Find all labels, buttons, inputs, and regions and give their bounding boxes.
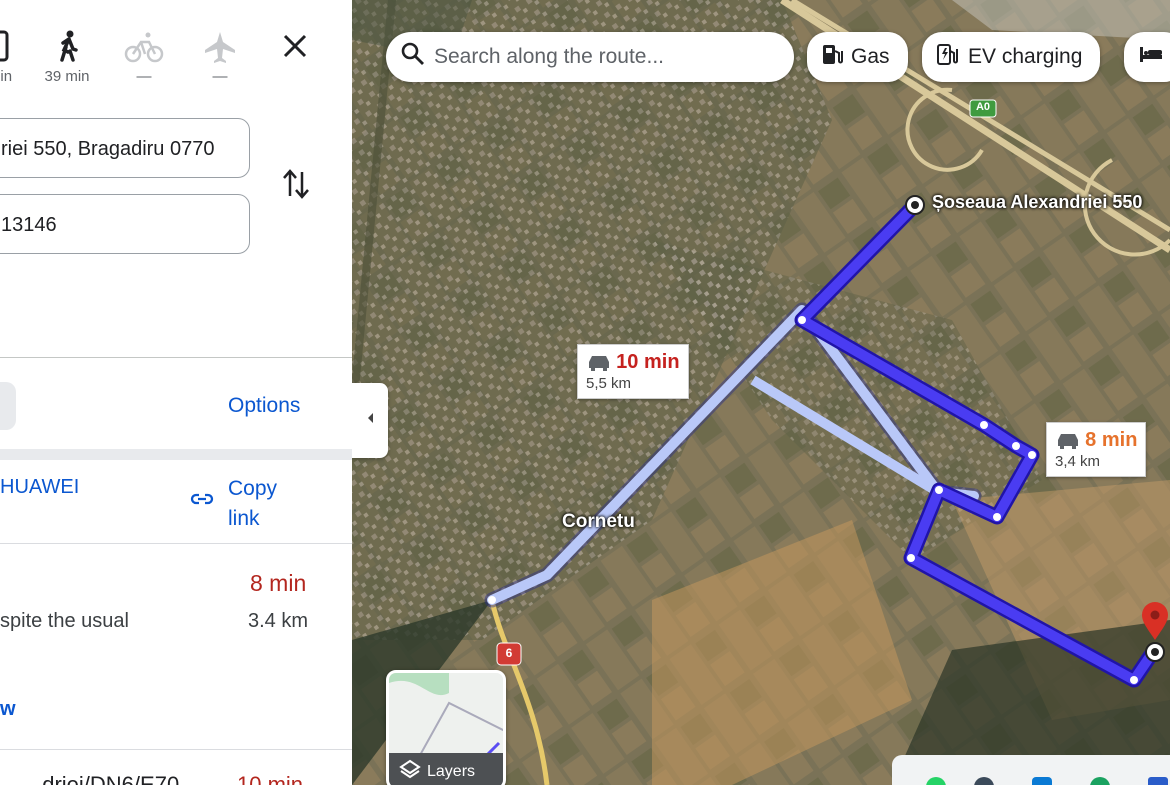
ev-charging-icon (936, 42, 960, 72)
row-divider (0, 749, 352, 750)
satellite-map[interactable]: A0 6 Șoseaua Alexandriei 550 Cornetu 10 … (352, 0, 1170, 785)
main-route-duration: 8 min (1085, 429, 1138, 451)
car-icon (586, 353, 612, 375)
link-icon (189, 489, 215, 514)
car-icon (1055, 431, 1081, 453)
chip-ev-label: EV charging (968, 45, 1083, 68)
section-divider (0, 357, 352, 358)
layers-button[interactable]: Layers (386, 670, 506, 785)
hotel-icon (1138, 44, 1164, 70)
row-divider (0, 543, 352, 544)
taskbar-fragment (892, 755, 1170, 785)
mode-bike[interactable]: — (119, 28, 169, 85)
app-icon (926, 777, 946, 785)
options-link[interactable]: Options (228, 394, 300, 418)
close-icon (270, 28, 320, 66)
alt-route-distance: 5,5 km (586, 375, 632, 393)
destination-input[interactable]: 13146 (0, 194, 250, 254)
main-route-distance: 3,4 km (1055, 453, 1101, 471)
alt-route-tooltip[interactable]: 10 min 5,5 km (577, 344, 689, 400)
directions-panel: min 39 min — — riei 550, Bragadiru 0770 (0, 0, 352, 785)
layers-label: Layers (427, 762, 476, 780)
bicycle-icon (119, 28, 169, 66)
airplane-icon (195, 28, 245, 66)
mode-walk[interactable]: 39 min (42, 28, 92, 85)
road-a0-label: A0 (975, 101, 991, 113)
app-icon (1090, 777, 1110, 785)
origin-label: Șoseaua Alexandriei 550 (932, 192, 1143, 212)
town-label: Cornetu (562, 511, 635, 532)
origin-input[interactable]: riei 550, Bragadiru 0770 (0, 118, 250, 178)
route-1-description: spite the usual (0, 610, 129, 632)
mode-flight[interactable]: — (195, 28, 245, 85)
car-icon (0, 28, 25, 66)
swap-icon (283, 169, 309, 199)
route-2-summary: ..driei/DN6/E70 (30, 772, 180, 785)
section-separator (0, 449, 352, 460)
map-imagery (352, 0, 1170, 785)
app-icon (1032, 777, 1052, 785)
route-search-box[interactable]: Search along the route... (386, 32, 794, 82)
chip-gas[interactable]: Gas (807, 32, 908, 82)
main-route-tooltip[interactable]: 8 min 3,4 km (1046, 422, 1147, 478)
road-6-label: 6 (505, 646, 513, 660)
layers-icon (399, 759, 421, 784)
app-icon (974, 777, 994, 785)
collapse-panel-button[interactable] (352, 383, 388, 458)
leave-now-dropdown[interactable] (0, 382, 16, 430)
route-1-distance: 3.4 km (248, 610, 309, 632)
search-placeholder: Search along the route... (434, 45, 664, 68)
route-1-duration: 8 min (250, 570, 307, 596)
mode-drive[interactable]: min (0, 28, 25, 85)
swap-button[interactable] (280, 166, 312, 207)
travel-modes: min 39 min — — (0, 28, 352, 103)
app-icon (1148, 777, 1168, 785)
chevron-left-icon (364, 410, 376, 431)
close-button[interactable] (270, 28, 320, 66)
alt-route-duration: 10 min (616, 351, 680, 373)
route-2-duration: 10 min (237, 772, 304, 785)
search-icon (400, 41, 426, 73)
walk-icon (42, 28, 92, 66)
chip-hotels[interactable] (1124, 32, 1170, 82)
chip-gas-label: Gas (851, 45, 890, 68)
copy-link-button[interactable]: Copy link (228, 474, 277, 534)
route-1-details-link[interactable]: w (0, 698, 16, 721)
gas-icon (821, 42, 843, 72)
chip-ev-charging[interactable]: EV charging (922, 32, 1101, 82)
origin-marker[interactable] (905, 195, 925, 215)
send-to-device-link[interactable]: HUAWEI (0, 476, 79, 499)
